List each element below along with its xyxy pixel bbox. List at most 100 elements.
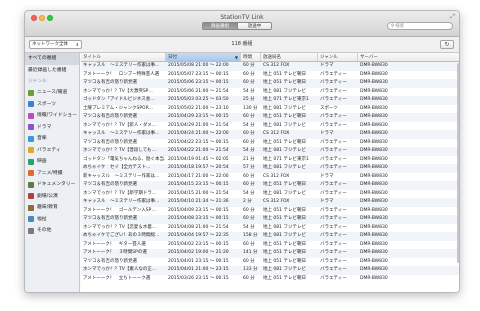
column-header-label: 日付 <box>168 55 177 60</box>
sidebar-genre-item[interactable]: バラエティ <box>25 145 79 157</box>
column-header-label: 放送局名 <box>263 55 281 60</box>
sidebar-genre-label: ドキュメンタリー <box>37 182 76 187</box>
table-row[interactable]: ホンマでっか！？TV【新人・ダメ… 2015/04/29 21:00 〜 21:5… <box>81 122 459 131</box>
sidebar-genre-item[interactable]: 音楽 <box>25 133 79 145</box>
column-duration-cell: 57 分 <box>243 165 255 170</box>
sidebar-genre-item[interactable]: アニメ/特撮 <box>25 168 79 180</box>
column-genre-header[interactable]: ジャンル <box>318 53 358 61</box>
news-icon <box>28 89 34 96</box>
documentary-icon <box>28 181 34 188</box>
sidebar-genre-item[interactable]: 情報/ワイドショー <box>25 110 79 122</box>
column-genre-cell: バラエティー <box>320 114 347 119</box>
table-row[interactable]: キャッスル 〜ミステリー作家は事… 2015/04/24 21:00 〜 22:0… <box>81 130 459 139</box>
sidebar-item-label: すべての番組 <box>28 56 57 61</box>
sidebar-genre-item[interactable]: 趣味/教育 <box>25 202 79 214</box>
column-date-cell: 2015/04/29 21:00 〜 21:54 <box>168 122 229 128</box>
table-row[interactable]: アメトーーク！ 立ちトーーク選 2015/03/26 23:15 〜 00:15 6… <box>81 275 459 284</box>
column-date-cell: 2015/04/18 19:57 〜 20:54 <box>168 165 229 170</box>
search-input[interactable]: ⚲検索 <box>387 22 453 30</box>
table-row[interactable]: ホンマでっか！？TV【大激突SP… 2015/05/06 21:00 〜 21:5… <box>81 88 459 97</box>
table-row[interactable]: ゴッドタン「アイドルビジネス会… 2015/05/03 03:25 〜 03:50… <box>81 96 459 105</box>
table-row[interactable]: マツコ＆有吉の怒り新党選 2015/05/06 23:15 〜 00:15 60 分… <box>81 79 459 88</box>
anime-icon <box>28 170 34 177</box>
table-row[interactable]: アメトーーク！ ３時間SPの選 2015/04/02 19:00 〜 21:20 1… <box>81 249 459 258</box>
sidebar-genre-item[interactable]: ドラマ <box>25 122 79 134</box>
column-genre-cell: バラエティー <box>320 207 347 213</box>
sidebar-genre-item[interactable]: 福祉 <box>25 214 79 226</box>
table-row[interactable]: アメトーーク！ ゴールデン入SP… 2015/04/09 23:15 〜 00:1… <box>81 207 459 216</box>
column-channel-cell: 地上 081 フジテレビ <box>263 122 306 128</box>
segment-recorded[interactable]: 録画番組 <box>203 23 237 29</box>
column-title-header[interactable]: タイトル <box>81 53 166 61</box>
column-title-cell: 新キャッスル 〜ミステリー作家は… <box>83 173 160 179</box>
vertical-scrollbar[interactable] <box>457 63 459 263</box>
column-server-cell: DMR-BW830 <box>360 105 388 111</box>
table-row[interactable]: マツコ＆有吉の怒り新党選 2015/04/08 23:15 〜 00:15 60 分… <box>81 215 459 224</box>
column-date-cell: 2015/05/08 21:00 〜 22:00 <box>168 63 229 68</box>
sidebar-genre-item[interactable]: 映画 <box>25 156 79 168</box>
column-duration-cell: 25 分 <box>243 97 255 102</box>
title-bar: StationTV Link ⤢ 録画番組 放送中 ⚲検索 <box>25 11 459 37</box>
column-duration-cell: 54 分 <box>243 224 255 230</box>
column-genre-cell: バラエティー <box>320 97 347 102</box>
table-row[interactable]: ゴッドタン「電気ちゃんねる、勘ぐ本当… 2015/04/19 01:45 〜 02… <box>81 156 459 165</box>
table-row[interactable]: ホンマでっか！？TV【普段しても… 2015/04/22 21:00 〜 21:5… <box>81 147 459 156</box>
table-row[interactable]: マツコ＆有吉の怒り新党選 2015/04/01 23:15 〜 00:15 60 分… <box>81 258 459 267</box>
column-server-cell: DMR-BW830 <box>360 173 388 179</box>
sidebar-genre-label: ニュース/報道 <box>37 90 68 95</box>
column-duration-cell: 130 分 <box>243 105 258 111</box>
table-row[interactable]: めちゃイケ セイ【全力テスト… 2015/04/18 19:57 〜 20:54 5… <box>81 164 459 173</box>
column-duration-cell: 60 分 <box>243 241 255 247</box>
table-row[interactable]: ホンマでっか！？TV【素人なの正… 2015/04/01 21:00 〜 23:1… <box>81 266 459 275</box>
table-row[interactable]: マツコ＆有吉の怒り新党選 2015/04/22 23:15 〜 00:15 60 分… <box>81 139 459 148</box>
table-row[interactable]: アメトーーク！ ギター芸人選 2015/04/02 23:15 〜 00:15 60… <box>81 241 459 250</box>
table-row[interactable]: マツコ＆有吉の怒り新党選 2015/04/15 23:15 〜 00:15 60 分… <box>81 181 459 190</box>
column-channel-header[interactable]: 放送局名 <box>261 53 318 61</box>
column-date-cell: 2015/05/06 21:00 〜 21:54 <box>168 88 229 94</box>
sidebar-item-label: 最近録画した番組 <box>28 67 67 73</box>
sidebar-genre-item[interactable]: ドキュメンタリー <box>25 179 79 191</box>
column-genre-cell: バラエティー <box>320 165 347 170</box>
column-duration-cell: 60 分 <box>243 131 255 136</box>
sidebar-genre-item[interactable]: その他 <box>25 225 79 237</box>
table-row[interactable]: マツコ＆有吉の怒り新党選 2015/04/29 23:15 〜 00:15 60 分… <box>81 113 459 122</box>
sidebar-item-all[interactable]: すべての番組 <box>25 53 79 65</box>
column-server-cell: DMR-BW830 <box>360 258 388 264</box>
column-genre-cell: バラエティー <box>320 139 347 145</box>
table-row[interactable]: めちゃイケでござい！あの３時間総… 2015/04/04 19:57 〜 22:3… <box>81 232 459 241</box>
column-title-cell: キャッスル 〜ミステリー作家は事… <box>83 199 160 204</box>
table-row[interactable]: 土曜プレミアム・ジャンクSPOR… 2015/05/02 21:00 〜 23:1… <box>81 105 459 114</box>
column-channel-cell: 地上 051 テレビ朝日 <box>263 275 306 281</box>
table-row[interactable]: キャッスル 〜ミステリー作家は事… 2015/05/08 21:00 〜 22:0… <box>81 62 459 71</box>
column-duration-header[interactable]: 時間 <box>241 53 261 61</box>
sidebar-genre-label: バラエティ <box>37 147 61 153</box>
table-body: キャッスル 〜ミステリー作家は事… 2015/05/08 21:00 〜 22:0… <box>81 62 459 284</box>
column-date-header[interactable]: 日付 ▼ <box>166 53 241 61</box>
table-row[interactable]: ホンマでっか！？TV【恋愛＆水着… 2015/04/08 21:00 〜 21:5… <box>81 224 459 233</box>
column-server-cell: DMR-BW830 <box>360 241 388 247</box>
column-channel-cell: 地上 081 フジテレビ <box>263 233 306 238</box>
column-server-header[interactable]: サーバー <box>358 53 459 61</box>
column-duration-cell: 60 分 <box>243 114 255 119</box>
sidebar-genre-item[interactable]: スポーツ <box>25 99 79 111</box>
column-title-cell: アメトーーク！ 立ちトーーク選 <box>83 275 151 281</box>
table-row[interactable]: 新キャッスル 〜ミステリー作家は… 2015/04/17 21:00 〜 22:0… <box>81 173 459 182</box>
column-title-cell: マツコ＆有吉の怒り新党選 <box>83 139 137 145</box>
sidebar-genre-item[interactable]: 劇場/公演 <box>25 191 79 203</box>
table-row[interactable]: ホンマでっか！？TV【新学期ドラ… 2015/04/15 21:00 〜 21:5… <box>81 190 459 199</box>
column-channel-cell: 地上 081 フジテレビ <box>263 88 306 94</box>
column-date-cell: 2015/04/01 23:15 〜 00:15 <box>168 258 229 264</box>
column-title-cell: マツコ＆有吉の怒り新党選 <box>83 182 137 187</box>
fullscreen-icon[interactable]: ⤢ <box>450 13 455 21</box>
column-title-cell: キャッスル 〜ミステリー作家は事… <box>83 131 160 136</box>
column-server-cell: DMR-BW830 <box>360 182 388 187</box>
refresh-button[interactable]: ↻ <box>440 40 454 49</box>
sidebar-item-recent[interactable]: 最近録画した番組 <box>25 65 79 77</box>
table-row[interactable]: キャッスル 〜ミステリー作家は事… 2015/04/10 21:34 〜 21:3… <box>81 198 459 207</box>
table-row[interactable]: アメトーーク！ ロンブー特殊芸人選 2015/05/07 23:15 〜 00:1… <box>81 71 459 80</box>
segment-live[interactable]: 放送中 <box>237 23 271 29</box>
sidebar-genre-item[interactable]: ニュース/報道 <box>25 87 79 99</box>
column-date-cell: 2015/04/24 21:00 〜 22:00 <box>168 131 229 136</box>
genre-header: ジャンル <box>28 79 47 84</box>
column-channel-cell: 地上 051 テレビ朝日 <box>263 182 306 187</box>
